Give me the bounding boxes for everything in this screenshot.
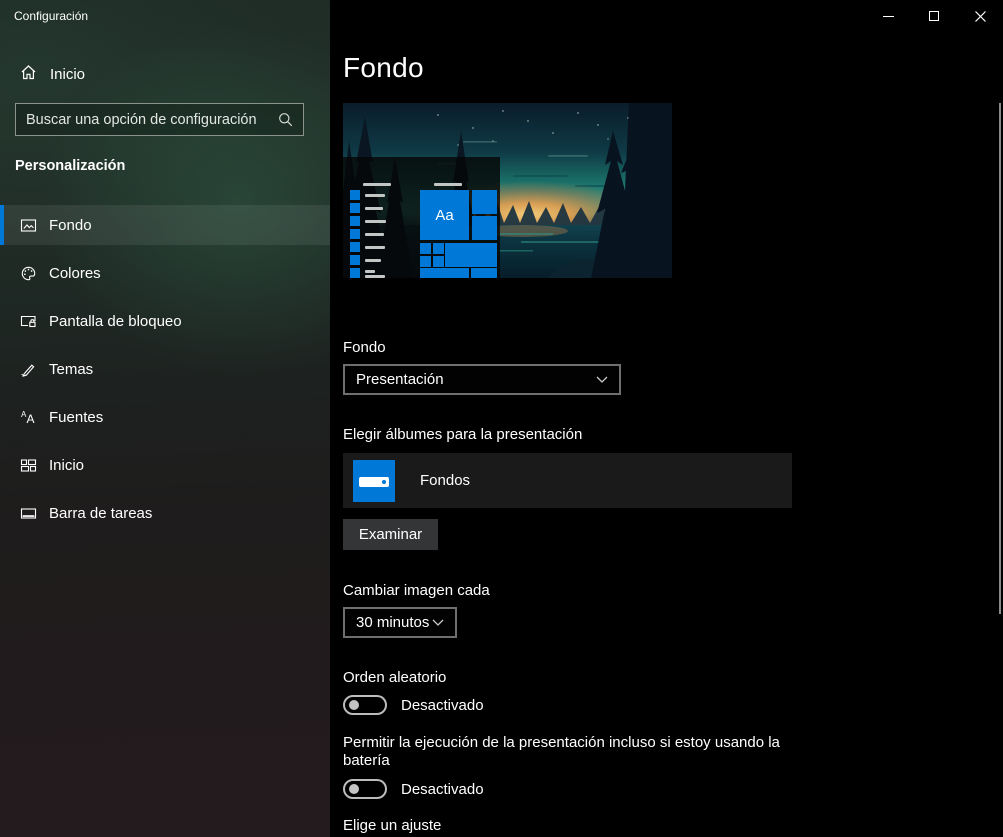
toggle-knob — [349, 784, 359, 794]
svg-text:A: A — [27, 412, 35, 426]
albums-label: Elegir álbumes para la presentación — [343, 426, 582, 443]
settings-window: Configuración Inicio Personalización — [0, 0, 1003, 837]
background-settings-page: Fondo — [343, 0, 1003, 837]
sidebar-item-background[interactable]: Fondo — [0, 205, 330, 245]
background-type-value: Presentación — [356, 371, 444, 388]
sidebar-item-taskbar[interactable]: Barra de tareas — [0, 493, 330, 533]
shuffle-label: Orden aleatorio — [343, 669, 446, 686]
page-title: Fondo — [343, 52, 424, 84]
sidebar-item-label: Barra de tareas — [49, 505, 152, 522]
sidebar-section-title: Personalización — [15, 158, 125, 174]
battery-state: Desactivado — [401, 781, 484, 798]
sidebar-item-lock-screen[interactable]: Pantalla de bloqueo — [0, 301, 330, 341]
sidebar-item-label: Fuentes — [49, 409, 103, 426]
fonts-icon: A A — [20, 409, 37, 426]
wallpaper-preview: Aa — [343, 103, 672, 278]
change-interval-label: Cambiar imagen cada — [343, 582, 490, 599]
start-tile-aa: Aa — [420, 190, 469, 240]
battery-label: Permitir la ejecución de la presentación… — [343, 734, 788, 770]
picture-icon — [20, 217, 37, 234]
sidebar-item-home[interactable]: Inicio — [0, 56, 330, 92]
start-tiles-icon — [20, 457, 37, 474]
sidebar-item-label: Pantalla de bloqueo — [49, 313, 182, 330]
album-name: Fondos — [420, 472, 470, 489]
shuffle-toggle-row: Desactivado — [343, 694, 484, 716]
search-box[interactable] — [15, 103, 304, 136]
browse-button[interactable]: Examinar — [343, 519, 438, 550]
sidebar-item-label: Temas — [49, 361, 93, 378]
search-input[interactable] — [16, 104, 278, 135]
sidebar: Configuración Inicio Personalización — [0, 0, 330, 837]
palette-icon — [20, 265, 37, 282]
fit-label: Elige un ajuste — [343, 817, 441, 834]
scrollbar-thumb[interactable] — [999, 103, 1001, 614]
chevron-down-icon — [596, 376, 608, 383]
home-icon — [20, 64, 37, 85]
sidebar-home-label: Inicio — [50, 66, 85, 83]
start-menu-overlay: Aa — [343, 157, 500, 278]
taskbar-icon — [20, 505, 37, 522]
battery-toggle[interactable] — [343, 779, 387, 799]
shuffle-toggle[interactable] — [343, 695, 387, 715]
change-interval-value: 30 minutos — [356, 614, 429, 631]
lock-screen-icon — [20, 313, 37, 330]
sidebar-item-themes[interactable]: Temas — [0, 349, 330, 389]
change-interval-dropdown[interactable]: 30 minutos — [343, 607, 457, 638]
sidebar-item-fonts[interactable]: A A Fuentes — [0, 397, 330, 437]
sidebar-item-label: Colores — [49, 265, 101, 282]
chevron-down-icon — [432, 619, 444, 626]
album-row[interactable]: Fondos — [343, 453, 792, 508]
background-type-label: Fondo — [343, 339, 386, 356]
sidebar-item-label: Fondo — [49, 217, 92, 234]
sidebar-item-colors[interactable]: Colores — [0, 253, 330, 293]
search-icon — [278, 112, 293, 127]
battery-toggle-row: Desactivado — [343, 778, 484, 800]
toggle-knob — [349, 700, 359, 710]
window-title: Configuración — [14, 9, 88, 23]
themes-pen-icon — [20, 361, 37, 378]
album-picture-icon — [353, 460, 395, 502]
shuffle-state: Desactivado — [401, 697, 484, 714]
background-type-dropdown[interactable]: Presentación — [343, 364, 621, 395]
sidebar-item-start[interactable]: Inicio — [0, 445, 330, 485]
sidebar-item-label: Inicio — [49, 457, 84, 474]
